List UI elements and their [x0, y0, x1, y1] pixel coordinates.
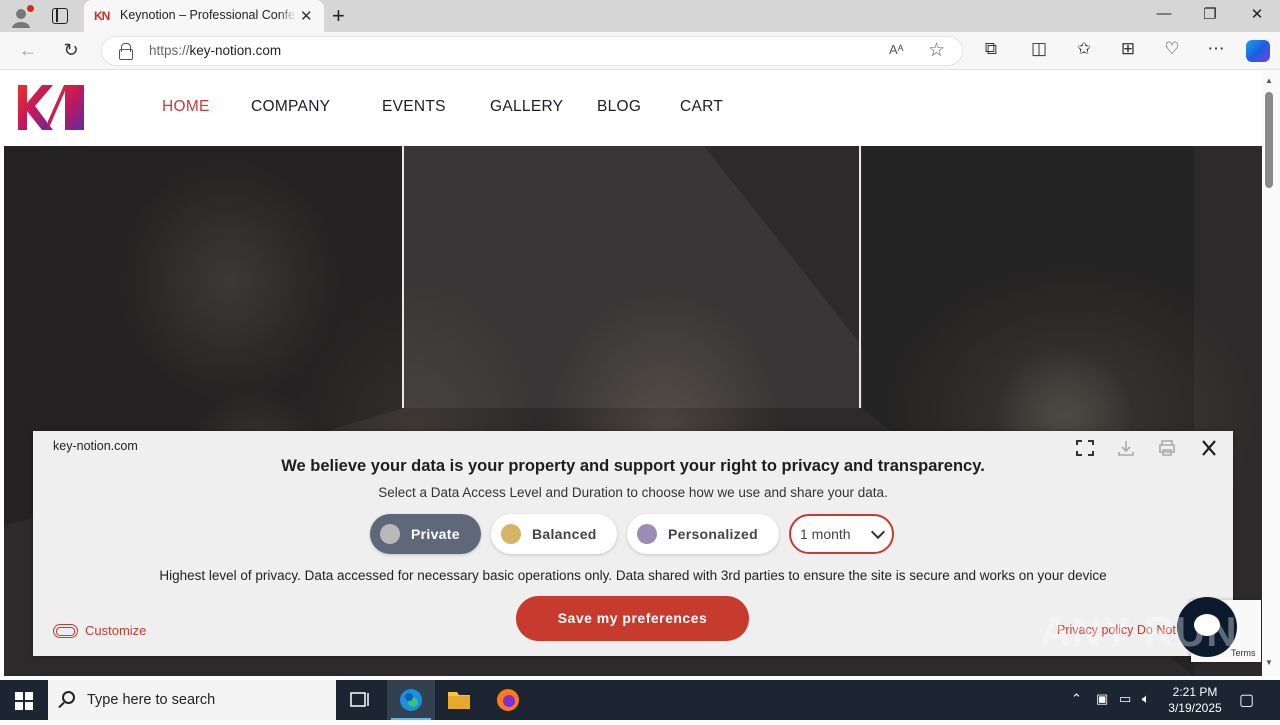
file-explorer-icon[interactable] [435, 680, 483, 720]
tab-actions-icon[interactable] [52, 8, 68, 24]
consent-subheading: Select a Data Access Level and Duration … [378, 485, 888, 500]
new-tab-icon[interactable]: + [332, 3, 345, 29]
address-bar[interactable]: https://key-notion.com Aᴬ ☆ [101, 36, 963, 66]
download-icon[interactable] [1116, 439, 1136, 457]
firefox-icon[interactable] [484, 680, 532, 720]
scroll-thumb[interactable] [1265, 92, 1273, 188]
level-label: Private [411, 526, 460, 542]
duration-select[interactable]: 1 month [789, 514, 894, 554]
task-view-icon[interactable] [336, 680, 384, 720]
level-description: Highest level of privacy. Data accessed … [159, 568, 1107, 583]
edge-taskbar-icon[interactable] [387, 680, 435, 720]
profile-icon[interactable] [10, 5, 34, 28]
tray-device-icon[interactable]: ▣ [1096, 691, 1108, 707]
level-label: Personalized [668, 526, 758, 542]
scroll-up-icon[interactable]: ▲ [1265, 76, 1273, 85]
search-icon [62, 691, 75, 704]
favorites-icon[interactable]: ✩ [1072, 39, 1096, 59]
chevron-down-icon [870, 524, 886, 540]
clock-time: 2:21 PM [1172, 685, 1218, 699]
browser-essentials-icon[interactable]: ♡ [1160, 39, 1184, 59]
windows-start-icon[interactable] [15, 692, 33, 710]
notification-dot [27, 5, 34, 12]
level-label: Balanced [532, 526, 597, 542]
nav-cart[interactable]: CART [680, 98, 723, 116]
nav-home[interactable]: HOME [162, 98, 210, 116]
hero-divider-line [859, 146, 861, 408]
volume-icon[interactable]: 🔈︎ [1142, 691, 1150, 707]
favicon: KN [94, 9, 110, 23]
nav-company[interactable]: COMPANY [251, 98, 330, 116]
taskbar-clock[interactable]: 2:21 PM 3/19/2025 [1160, 684, 1230, 716]
clock-date: 3/19/2025 [1168, 701, 1222, 715]
nav-blog[interactable]: BLOG [597, 98, 641, 116]
favorite-star-icon[interactable]: ☆ [928, 39, 945, 62]
page-scrollbar[interactable]: ▲ ▼ [1262, 70, 1280, 676]
active-tab[interactable]: KN Keynotion – Professional Conference ✕ [84, 0, 324, 32]
more-menu-icon[interactable]: ⋯ [1204, 39, 1228, 59]
network-icon[interactable]: ▭ [1119, 691, 1131, 707]
restore-icon[interactable]: ❐ [1200, 5, 1220, 23]
taskbar-search[interactable]: Type here to search [48, 680, 336, 720]
split-screen-icon[interactable]: ◫ [1027, 39, 1051, 59]
level-dot [380, 524, 400, 544]
url-text[interactable]: https://key-notion.com [149, 43, 281, 58]
browser-tab-strip: KN Keynotion – Professional Conference ✕… [0, 0, 1280, 32]
address-toolbar: ← ↻ https://key-notion.com Aᴬ ☆ ⧉ ◫ ✩ ⊞ … [0, 32, 1280, 70]
close-banner-icon[interactable] [1199, 439, 1219, 457]
collections-icon[interactable]: ⊞ [1116, 39, 1140, 59]
consent-heading: We believe your data is your property an… [281, 457, 985, 475]
print-icon[interactable] [1157, 439, 1177, 457]
toggle-icon [53, 624, 78, 638]
notifications-icon[interactable]: ▢ [1239, 690, 1254, 710]
extensions-icon[interactable]: ⧉ [979, 39, 1003, 59]
lock-icon[interactable] [118, 43, 133, 60]
customize-label: Customize [85, 623, 147, 638]
window-close-icon[interactable]: ✕ [1247, 5, 1267, 23]
consent-domain: key-notion.com [53, 439, 138, 453]
level-dot [637, 524, 657, 544]
minimize-icon[interactable]: — [1154, 5, 1174, 22]
scroll-down-icon[interactable]: ▼ [1265, 658, 1273, 667]
windows-taskbar: Type here to search ⌃ ▣ ▭ 🔈︎ 2:21 PM 3/1… [0, 680, 1280, 720]
level-personalized-button[interactable]: Personalized [627, 514, 779, 554]
nav-gallery[interactable]: GALLERY [490, 98, 563, 116]
level-dot [501, 524, 521, 544]
tray-chevron-icon[interactable]: ⌃ [1071, 691, 1082, 707]
fullscreen-icon[interactable] [1075, 439, 1095, 457]
refresh-icon[interactable]: ↻ [60, 40, 82, 61]
nav-events[interactable]: EVENTS [382, 98, 446, 116]
level-balanced-button[interactable]: Balanced [491, 514, 617, 554]
read-aloud-icon[interactable]: Aᴬ [889, 42, 904, 57]
search-placeholder: Type here to search [87, 692, 216, 708]
level-private-button[interactable]: Private [370, 514, 481, 554]
back-icon[interactable]: ← [17, 40, 39, 61]
duration-value: 1 month [800, 526, 851, 542]
copilot-icon[interactable] [1246, 40, 1270, 62]
anyrun-watermark: ANY RUN [1040, 608, 1238, 655]
main-nav: HOME COMPANY EVENTS GALLERY BLOG CART [4, 98, 904, 118]
save-preferences-button[interactable]: Save my preferences [516, 596, 749, 641]
tab-title: Keynotion – Professional Conference [120, 8, 296, 22]
close-tab-icon[interactable]: ✕ [300, 7, 313, 25]
hero-divider-line [402, 146, 404, 408]
